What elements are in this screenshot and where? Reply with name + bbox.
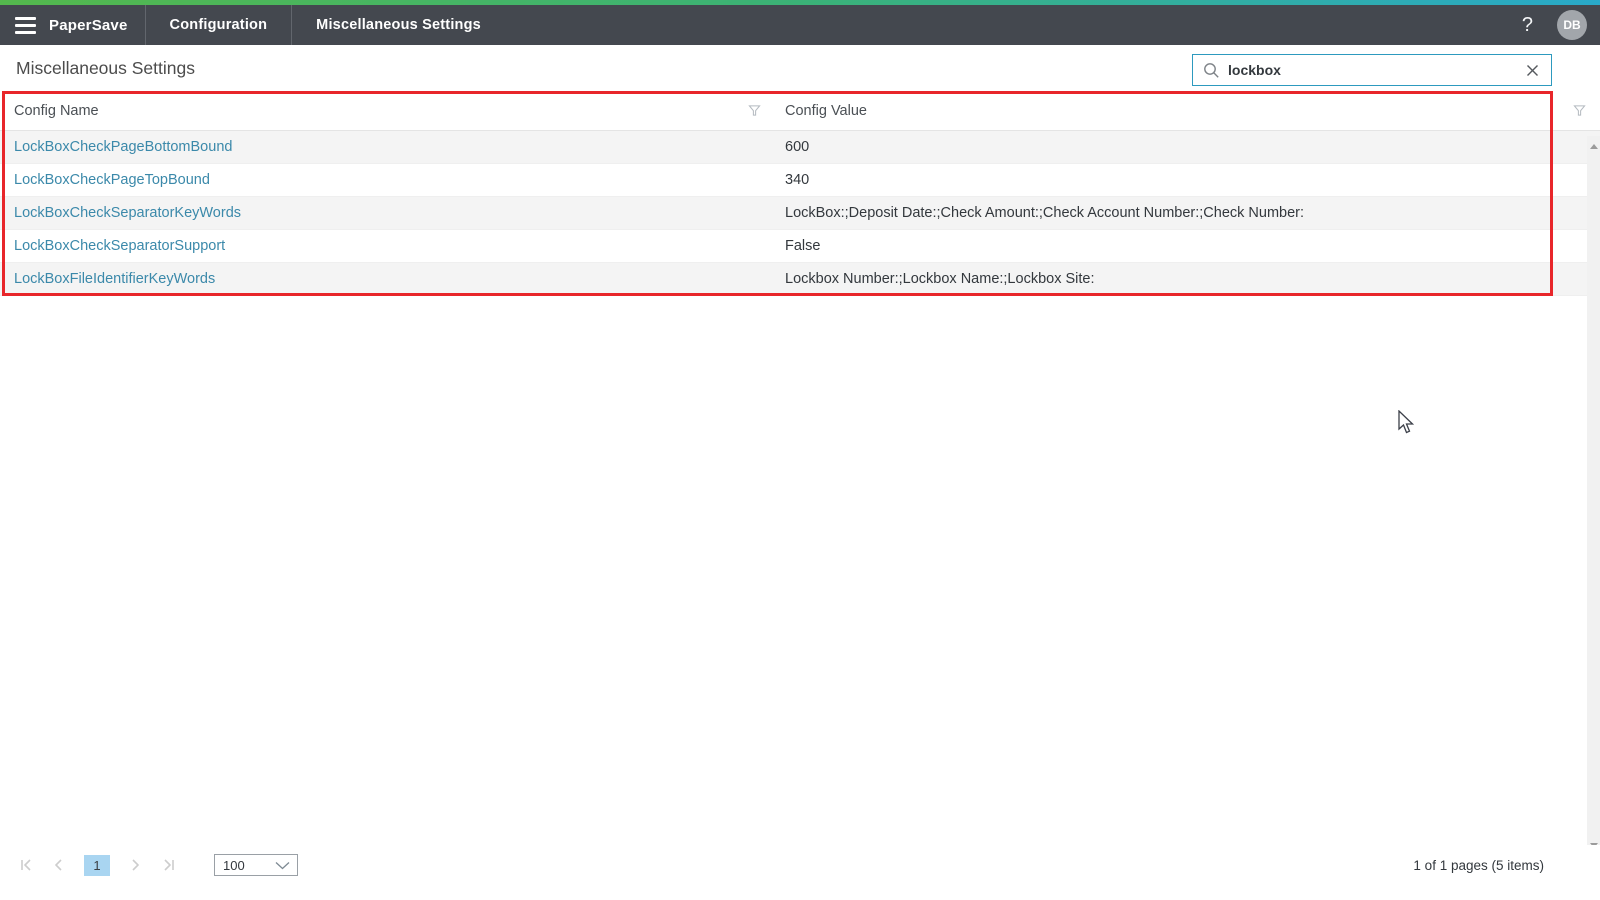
current-page-button[interactable]: 1 [84, 855, 110, 876]
topbar-brand-area: PaperSave [0, 5, 145, 45]
top-navigation-bar: PaperSave Configuration Miscellaneous Se… [0, 5, 1600, 45]
page-size-value: 100 [223, 858, 275, 873]
table-row[interactable]: LockBoxFileIdentifierKeyWords Lockbox Nu… [0, 263, 1600, 296]
mouse-cursor [1397, 410, 1415, 441]
table-row[interactable]: LockBoxCheckSeparatorKeyWords LockBox:;D… [0, 197, 1600, 230]
topbar-spacer [505, 5, 1510, 45]
search-box[interactable] [1192, 54, 1552, 86]
search-icon [1193, 62, 1228, 79]
page-summary: 1 of 1 pages (5 items) [1413, 858, 1586, 873]
chevron-down-icon [275, 861, 297, 870]
previous-page-icon[interactable] [46, 854, 70, 876]
user-avatar[interactable]: DB [1557, 10, 1587, 40]
column-label: Config Name [14, 103, 99, 119]
table-row[interactable]: LockBoxCheckPageTopBound 340 [0, 164, 1600, 197]
grid-header-row: Config Name Config Value [0, 91, 1600, 131]
config-name-link[interactable]: LockBoxCheckSeparatorKeyWords [0, 205, 775, 221]
column-label: Config Value [785, 103, 867, 119]
last-page-icon[interactable] [156, 854, 180, 876]
config-name-link[interactable]: LockBoxFileIdentifierKeyWords [0, 271, 775, 287]
config-value: LockBox:;Deposit Date:;Check Amount:;Che… [775, 205, 1600, 221]
next-page-icon[interactable] [124, 854, 148, 876]
column-header-config-value[interactable]: Config Value [775, 91, 1600, 130]
page-title: Miscellaneous Settings [0, 58, 195, 79]
config-value: Lockbox Number:;Lockbox Name:;Lockbox Si… [775, 271, 1600, 287]
tab-miscellaneous-settings[interactable]: Miscellaneous Settings [292, 5, 505, 45]
search-input[interactable] [1228, 62, 1514, 78]
brand-title: PaperSave [49, 17, 145, 34]
column-header-config-name[interactable]: Config Name [0, 91, 775, 130]
scroll-up-icon[interactable] [1590, 144, 1598, 149]
vertical-scrollbar[interactable] [1587, 136, 1600, 856]
page-header: Miscellaneous Settings [0, 45, 1600, 91]
config-name-link[interactable]: LockBoxCheckPageTopBound [0, 172, 775, 188]
pagination-footer: 1 100 1 of 1 pages (5 items) [0, 845, 1600, 885]
config-value: 340 [775, 172, 1600, 188]
close-icon[interactable] [1514, 64, 1551, 77]
config-value: 600 [775, 139, 1600, 155]
page-size-dropdown[interactable]: 100 [214, 854, 298, 876]
hamburger-menu-icon[interactable] [15, 17, 36, 34]
pager-controls: 1 [14, 854, 180, 876]
config-value: False [775, 238, 1600, 254]
filter-funnel-icon[interactable] [748, 104, 761, 117]
settings-grid: Config Name Config Value LockBoxCheckPag… [0, 91, 1600, 296]
filter-funnel-icon[interactable] [1573, 104, 1586, 117]
table-row[interactable]: LockBoxCheckSeparatorSupport False [0, 230, 1600, 263]
tab-configuration[interactable]: Configuration [146, 5, 292, 45]
first-page-icon[interactable] [14, 854, 38, 876]
config-name-link[interactable]: LockBoxCheckSeparatorSupport [0, 238, 775, 254]
help-icon[interactable]: ? [1510, 5, 1545, 45]
config-name-link[interactable]: LockBoxCheckPageBottomBound [0, 139, 775, 155]
table-row[interactable]: LockBoxCheckPageBottomBound 600 [0, 131, 1600, 164]
